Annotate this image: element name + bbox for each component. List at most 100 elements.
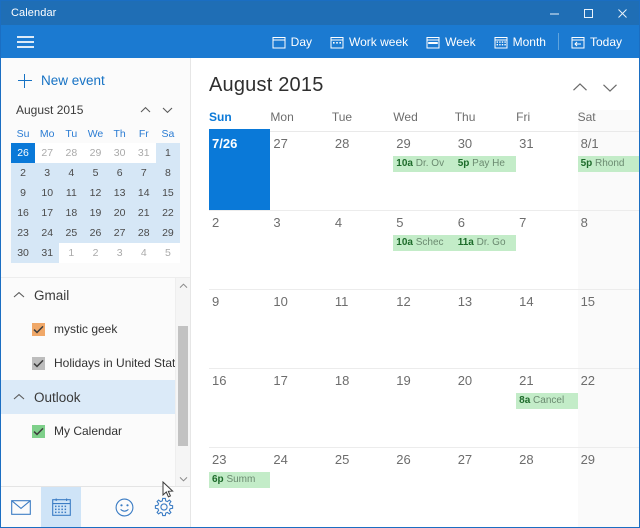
mini-calendar-day[interactable]: 3 [107,243,132,263]
calendar-event[interactable]: 10a Dr. Ov [393,156,455,172]
day-cell[interactable]: 24 [270,448,331,527]
calendar-event[interactable]: 5p Rhond [577,156,639,172]
day-cell[interactable]: 5 10a Schec [393,211,455,289]
mini-next-month-button[interactable] [156,101,178,119]
mini-calendar-day[interactable]: 4 [131,243,156,263]
day-cell[interactable]: 8 [577,211,639,289]
mini-calendar-day[interactable]: 31 [131,143,156,163]
scroll-up-button[interactable] [176,278,190,293]
next-month-button[interactable] [595,74,625,100]
mini-calendar-day[interactable]: 27 [35,143,60,163]
day-cell[interactable]: 26 [393,448,454,527]
calendar-checkbox[interactable] [32,356,45,370]
mini-calendar-day[interactable]: 21 [131,203,156,223]
mini-calendar-day[interactable]: 30 [11,243,36,263]
day-cell[interactable]: 14 [516,290,577,368]
day-cell[interactable]: 27 [455,448,516,527]
day-cell[interactable]: 10 [270,290,331,368]
mini-calendar-day[interactable]: 22 [155,203,180,223]
day-cell[interactable]: 18 [332,369,393,447]
calendar-event[interactable]: 5p Pay He [454,156,517,172]
calendar-app-button[interactable] [41,487,81,527]
calendar-list-item[interactable]: Holidays in United States [1,346,190,380]
mini-calendar-day[interactable]: 5 [83,163,108,183]
mini-calendar-day[interactable]: 15 [155,183,180,203]
day-cell[interactable]: 17 [270,369,331,447]
mini-calendar-day[interactable]: 11 [59,183,84,203]
maximize-button[interactable] [571,1,605,25]
feedback-button[interactable] [104,487,144,527]
mini-calendar-day[interactable]: 7 [131,163,156,183]
day-cell[interactable]: 29 10a Dr. Ov [393,132,455,210]
calendar-list-item[interactable]: mystic geek [1,312,190,346]
view-button-month[interactable]: Month [485,25,555,58]
mini-calendar-day[interactable]: 20 [107,203,132,223]
calendar-list-item[interactable]: My Calendar [1,414,190,448]
day-cell[interactable]: 20 [455,369,516,447]
mini-calendar-day[interactable]: 25 [59,223,84,243]
calendar-event[interactable]: 6p Summ [209,472,271,488]
mini-calendar-day[interactable]: 2 [11,163,36,183]
mini-calendar-day[interactable]: 6 [107,163,132,183]
day-cell[interactable]: 28 [332,132,393,210]
calendar-event[interactable]: 11a Dr. Go [454,235,517,251]
mini-calendar-day[interactable]: 14 [131,183,156,203]
sidebar-scrollbar[interactable] [175,278,190,486]
mini-calendar-day[interactable]: 13 [107,183,132,203]
day-cell[interactable]: 19 [393,369,454,447]
mini-calendar-day[interactable]: 1 [155,143,180,163]
today-button[interactable]: Today [562,25,631,58]
day-cell[interactable]: 3 [270,211,331,289]
mini-calendar-day[interactable]: 24 [35,223,60,243]
mini-calendar-day[interactable]: 28 [131,223,156,243]
mini-calendar-day[interactable]: 3 [35,163,60,183]
mini-calendar-day[interactable]: 28 [59,143,84,163]
mini-calendar-day[interactable]: 16 [11,203,36,223]
day-cell[interactable]: 23 6p Summ [209,448,271,527]
day-cell[interactable]: 12 [393,290,454,368]
mail-app-button[interactable] [1,487,41,527]
view-button-day[interactable]: Day [263,25,321,58]
scrollbar-thumb[interactable] [178,326,188,446]
day-cell[interactable]: 4 [332,211,393,289]
day-cell[interactable]: 7/26 [209,132,271,210]
calendar-checkbox[interactable] [32,424,45,438]
day-cell[interactable]: 13 [455,290,516,368]
day-cell[interactable]: 30 5p Pay He [454,132,517,210]
hamburger-menu-button[interactable] [1,25,49,58]
mini-calendar-day[interactable]: 12 [83,183,108,203]
account-group-gmail[interactable]: Gmail [1,278,190,312]
day-cell[interactable]: 25 [332,448,393,527]
mini-calendar-day[interactable]: 18 [59,203,84,223]
mini-calendar-day[interactable]: 17 [35,203,60,223]
view-button-week[interactable]: Week [417,25,484,58]
day-cell[interactable]: 16 [209,369,270,447]
mini-calendar-day[interactable]: 1 [59,243,84,263]
day-cell[interactable]: 22 [577,369,639,447]
prev-month-button[interactable] [565,74,595,100]
day-cell[interactable]: 9 [209,290,270,368]
mini-prev-month-button[interactable] [134,101,156,119]
mini-calendar-day[interactable]: 29 [155,223,180,243]
mini-calendar-day[interactable]: 26 [11,143,36,163]
calendar-checkbox[interactable] [32,322,45,336]
day-cell[interactable]: 11 [332,290,393,368]
day-cell[interactable]: 21 8a Cancel [516,369,578,447]
mini-calendar-day[interactable]: 2 [83,243,108,263]
view-button-work-week[interactable]: Work week [321,25,417,58]
day-cell[interactable]: 8/1 5p Rhond [577,132,639,210]
day-cell[interactable]: 29 [577,448,639,527]
new-event-button[interactable]: New event [1,58,190,101]
mini-calendar-day[interactable]: 29 [83,143,108,163]
day-cell[interactable]: 7 [516,211,577,289]
day-cell[interactable]: 31 [516,132,577,210]
calendar-event[interactable]: 10a Schec [393,235,455,251]
mini-calendar-day[interactable]: 19 [83,203,108,223]
day-cell[interactable]: 6 11a Dr. Go [454,211,517,289]
mini-calendar-day[interactable]: 9 [11,183,36,203]
mini-calendar-day[interactable]: 5 [155,243,180,263]
calendar-event[interactable]: 8a Cancel [516,393,578,409]
day-cell[interactable]: 15 [577,290,639,368]
day-cell[interactable]: 2 [209,211,270,289]
mini-calendar-day[interactable]: 4 [59,163,84,183]
